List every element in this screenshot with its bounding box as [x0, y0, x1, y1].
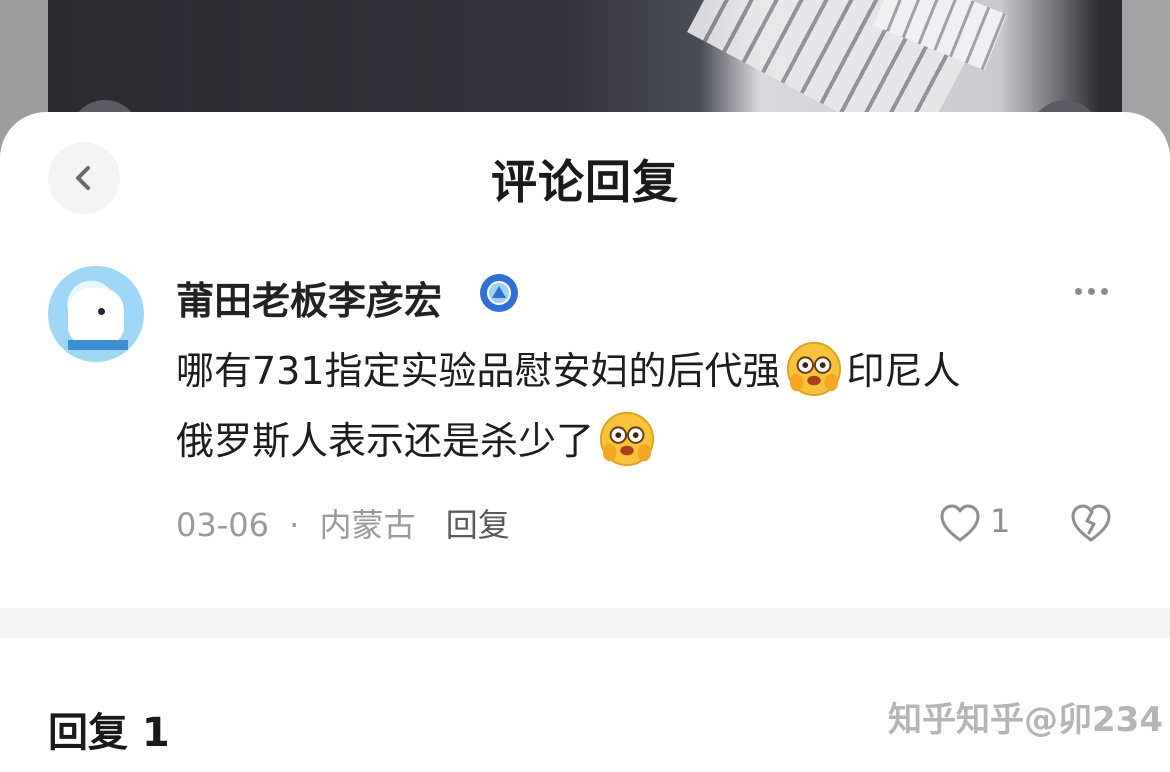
section-divider	[0, 608, 1170, 638]
verified-badge-icon	[480, 274, 518, 312]
broken-heart-icon[interactable]	[1068, 502, 1114, 546]
comment-location: 内蒙古	[319, 506, 416, 544]
emoji-icon	[786, 341, 841, 397]
comment-date: 03-06	[176, 506, 269, 544]
replies-count-header: 回复 1	[48, 710, 170, 756]
author-name[interactable]: 莆田老板李彦宏	[176, 270, 442, 325]
page-title: 评论回复	[491, 155, 679, 209]
comment-text: 哪有731指定实验品慰安妇的后代强 印尼人 俄罗斯人表示还是杀少了	[176, 336, 1136, 476]
comment-reply-sheet: 评论回复 莆田老板李彦宏 哪有731指定实验品慰安妇的后代强 印尼人 俄罗斯人表示…	[0, 112, 1170, 772]
more-options-button[interactable]	[1066, 276, 1116, 306]
reply-button[interactable]: 回复	[446, 506, 510, 544]
watermark: 知乎知乎@卯234	[888, 700, 1163, 740]
more-icon	[1074, 287, 1082, 295]
avatar-eye	[98, 308, 105, 315]
comment-line-2: 俄罗斯人表示还是杀少了	[176, 406, 1136, 476]
avatar-dog-shape	[68, 288, 124, 344]
more-icon	[1100, 287, 1108, 295]
meta-separator: ·	[289, 506, 300, 544]
emoji-icon	[599, 411, 655, 467]
more-icon	[1087, 287, 1095, 295]
comment-meta: 03-06 · 内蒙古 回复	[176, 500, 510, 546]
heart-icon[interactable]	[938, 502, 982, 546]
like-count: 1	[990, 502, 1011, 540]
avatar[interactable]	[48, 266, 144, 362]
comment-line-1: 哪有731指定实验品慰安妇的后代强 印尼人	[176, 336, 1136, 406]
avatar-collar	[68, 340, 128, 350]
